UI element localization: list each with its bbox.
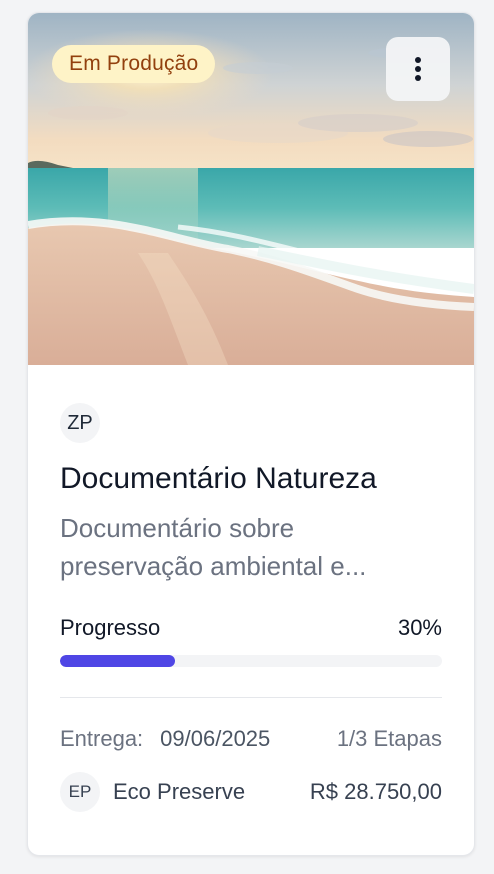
divider xyxy=(60,697,442,698)
client-row: EP Eco Preserve R$ 28.750,00 xyxy=(60,772,442,812)
project-title[interactable]: Documentário Natureza xyxy=(60,461,442,497)
status-badge: Em Produção xyxy=(52,45,216,83)
delivery-date: 09/06/2025 xyxy=(160,726,271,751)
cover-image: Em Produção xyxy=(28,13,474,365)
project-price: R$ 28.750,00 xyxy=(309,779,442,804)
project-description: Documentário sobre preservação ambiental… xyxy=(60,513,367,581)
progress-label: Progresso xyxy=(60,615,161,640)
more-vertical-icon xyxy=(415,57,421,81)
project-avatar: ZP xyxy=(60,403,100,443)
client-name[interactable]: Eco Preserve xyxy=(113,779,245,805)
progress-header: Progresso 30% xyxy=(60,615,442,641)
progress-bar xyxy=(60,655,442,667)
stages-count: 1/3 Etapas xyxy=(336,726,442,751)
client-avatar: EP xyxy=(60,772,100,812)
more-options-button[interactable] xyxy=(386,37,450,101)
delivery-label: Entrega: xyxy=(60,726,144,751)
delivery-row: Entrega: 09/06/2025 1/3 Etapas xyxy=(60,726,442,752)
card-body: ZP Documentário Natureza Documentário so… xyxy=(28,403,474,812)
progress-bar-fill xyxy=(60,655,175,667)
project-card[interactable]: Em Produção ZP Documentário Natureza Doc… xyxy=(27,12,475,856)
progress-percent: 30% xyxy=(397,615,442,640)
